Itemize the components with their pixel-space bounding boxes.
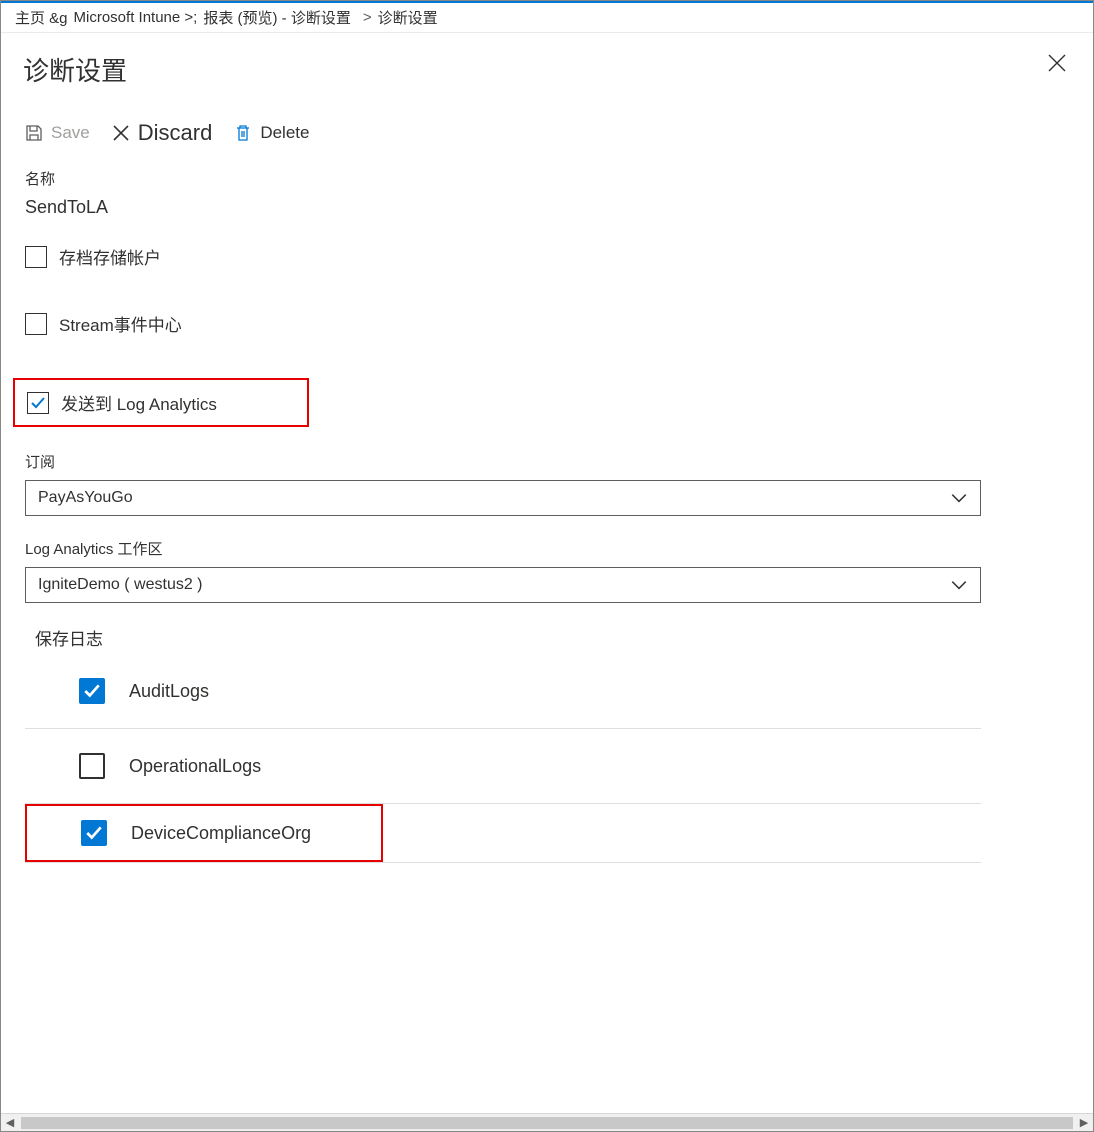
breadcrumb-item-intune[interactable]: Microsoft Intune >; (74, 9, 198, 26)
workspace-label: Log Analytics 工作区 (25, 538, 1071, 559)
save-icon (23, 122, 45, 144)
close-icon (1047, 53, 1067, 73)
delete-icon (232, 122, 254, 144)
discard-button[interactable]: Discard (110, 120, 213, 146)
send-log-analytics-highlight: 发送到 Log Analytics (13, 378, 309, 427)
log-row-operationallogs[interactable]: OperationalLogs (25, 729, 981, 804)
workspace-dropdown[interactable]: IgniteDemo ( westus2 ) (25, 567, 981, 603)
discard-icon (110, 122, 132, 144)
archive-storage-checkbox[interactable]: 存档存储帐户 (25, 244, 1071, 269)
breadcrumb-item-diagnostics: 诊断设置 (378, 7, 438, 28)
panel-title: 诊断设置 (23, 51, 1071, 88)
chevron-right-icon: > (363, 9, 372, 26)
save-label: Save (51, 123, 90, 143)
workspace-value: IgniteDemo ( westus2 ) (38, 576, 203, 594)
scrollbar-thumb[interactable] (21, 1117, 1073, 1129)
name-value: SendToLA (25, 197, 1071, 218)
subscription-dropdown[interactable]: PayAsYouGo (25, 480, 981, 516)
checkbox-unchecked-icon (25, 246, 47, 268)
checkbox-unchecked-icon (25, 313, 47, 335)
subscription-label: 订阅 (25, 451, 1071, 472)
discard-label: Discard (138, 120, 213, 146)
delete-label: Delete (260, 123, 309, 143)
subscription-value: PayAsYouGo (38, 489, 133, 507)
log-row-devicecompliance[interactable]: DeviceComplianceOrg (81, 820, 369, 846)
logs-header: 保存日志 (35, 625, 1071, 650)
scroll-left-icon[interactable]: ◀ (1, 1116, 19, 1129)
scroll-right-icon[interactable]: ▶ (1075, 1116, 1093, 1129)
log-label: DeviceComplianceOrg (131, 823, 311, 844)
stream-event-hub-label: Stream事件中心 (59, 311, 182, 336)
stream-event-hub-checkbox[interactable]: Stream事件中心 (25, 311, 1071, 336)
send-log-analytics-label: 发送到 Log Analytics (61, 390, 217, 415)
name-label: 名称 (25, 168, 1071, 189)
send-log-analytics-checkbox[interactable]: 发送到 Log Analytics (27, 390, 295, 415)
chevron-down-icon (950, 576, 968, 594)
checkbox-checked-icon (79, 678, 105, 704)
breadcrumb-item-home[interactable]: 主页 &g (15, 7, 68, 28)
save-button[interactable]: Save (23, 122, 90, 144)
chevron-down-icon (950, 489, 968, 507)
delete-button[interactable]: Delete (232, 122, 309, 144)
checkbox-checked-icon (27, 392, 49, 414)
archive-storage-label: 存档存储帐户 (59, 244, 161, 269)
breadcrumb: 主页 &g Microsoft Intune >; 报表 (预览) - 诊断设置… (1, 3, 1093, 33)
log-label: AuditLogs (129, 681, 209, 702)
breadcrumb-item-reports[interactable]: 报表 (预览) - 诊断设置 (203, 7, 351, 28)
log-label: OperationalLogs (129, 756, 261, 777)
close-button[interactable] (1047, 53, 1067, 77)
checkbox-checked-icon (81, 820, 107, 846)
checkbox-unchecked-icon (79, 753, 105, 779)
device-compliance-highlight: DeviceComplianceOrg (25, 804, 383, 862)
horizontal-scrollbar[interactable]: ◀ ▶ (1, 1113, 1093, 1131)
log-row-auditlogs[interactable]: AuditLogs (25, 654, 981, 729)
